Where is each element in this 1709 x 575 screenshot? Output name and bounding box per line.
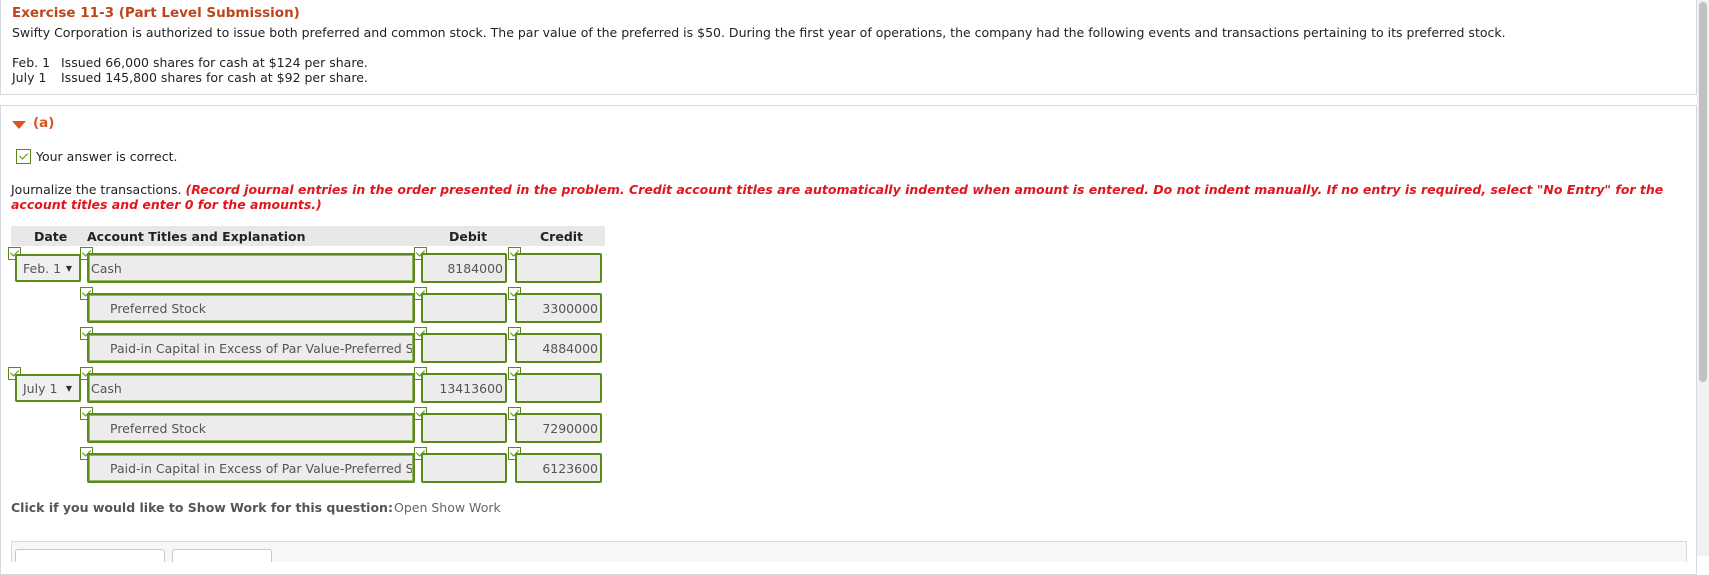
account-title-input[interactable]: Cash <box>87 253 415 283</box>
account-title-input[interactable]: Paid-in Capital in Excess of Par Value-P… <box>87 333 415 363</box>
exercise-text: Swifty Corporation is authorized to issu… <box>12 25 1506 40</box>
credit-input[interactable]: 4884000 <box>515 333 602 363</box>
account-title-input[interactable]: Paid-in Capital in Excess of Par Value-P… <box>87 453 415 483</box>
account-title-input[interactable]: Preferred Stock <box>87 293 415 323</box>
dropdown-arrow-icon: ▼ <box>65 264 72 273</box>
instruction-text: Journalize the transactions. <box>11 182 182 197</box>
journal-table-header: Date Account Titles and Explanation Debi… <box>11 226 605 246</box>
credit-input[interactable] <box>515 373 602 403</box>
scrollbar-thumb[interactable] <box>1699 2 1707 382</box>
header-date: Date <box>34 229 68 244</box>
page-scrollbar[interactable] <box>1697 0 1709 556</box>
credit-input[interactable]: 7290000 <box>515 413 602 443</box>
date-select-value: Feb. 1 <box>23 261 62 276</box>
event-date: July 1 <box>12 70 47 85</box>
event-desc: Issued 145,800 shares for cash at $92 pe… <box>61 70 368 85</box>
correct-check-icon <box>16 149 31 164</box>
dropdown-arrow-icon: ▼ <box>65 384 72 393</box>
answer-status: Your answer is correct. <box>36 149 178 164</box>
event-date: Feb. 1 <box>12 55 51 70</box>
exercise-title: Exercise 11-3 (Part Level Submission) <box>12 5 300 21</box>
collapse-triangle-icon[interactable] <box>12 121 26 129</box>
event-line: Feb. 1 Issued 66,000 shares for cash at $… <box>12 55 368 70</box>
date-select[interactable]: Feb. 1 ▼ <box>15 254 81 282</box>
account-title-input[interactable]: Cash <box>87 373 415 403</box>
problem-panel: Exercise 11-3 (Part Level Submission) Sw… <box>0 0 1697 95</box>
open-show-work-link[interactable]: Open Show Work <box>394 500 501 515</box>
header-credit: Credit <box>540 229 584 244</box>
credit-input[interactable]: 6123600 <box>515 453 602 483</box>
debit-input[interactable]: 8184000 <box>421 253 507 283</box>
debit-input[interactable]: 13413600 <box>421 373 507 403</box>
debit-input[interactable] <box>421 293 507 323</box>
header-debit: Debit <box>449 229 488 244</box>
credit-input[interactable] <box>515 253 602 283</box>
date-select[interactable]: July 1 ▼ <box>15 374 81 402</box>
debit-input[interactable] <box>421 413 507 443</box>
credit-input[interactable]: 3300000 <box>515 293 602 323</box>
part-label[interactable]: (a) <box>33 115 54 131</box>
date-select-value: July 1 <box>23 381 58 396</box>
show-work-prompt: Click if you would like to Show Work for… <box>11 500 393 515</box>
instructions: Journalize the transactions. (Record jou… <box>11 182 1671 212</box>
instruction-note: (Record journal entries in the order pre… <box>11 182 1664 212</box>
header-account: Account Titles and Explanation <box>87 229 306 244</box>
account-title-input[interactable]: Preferred Stock <box>87 413 415 443</box>
debit-input[interactable] <box>421 453 507 483</box>
debit-input[interactable] <box>421 333 507 363</box>
event-desc: Issued 66,000 shares for cash at $124 pe… <box>61 55 368 70</box>
event-line: July 1 Issued 145,800 shares for cash at … <box>12 70 368 85</box>
